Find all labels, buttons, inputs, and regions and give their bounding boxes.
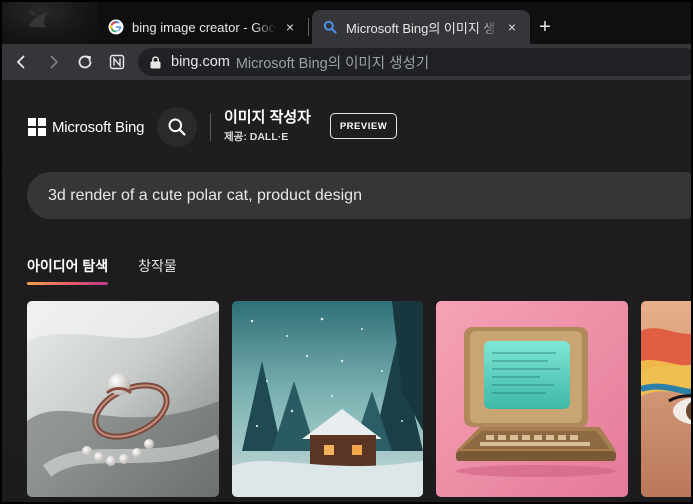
forward-button[interactable] (41, 49, 67, 75)
retro-computer-image (436, 301, 628, 497)
close-tab-icon[interactable]: × (282, 19, 298, 35)
address-page-title: Microsoft Bing의 이미지 생성기 (235, 55, 430, 72)
header-divider (210, 113, 211, 141)
gallery-card-ring[interactable] (27, 301, 219, 497)
bing-image-creator-page: Microsoft Bing 이미지 작성자 제공: DALL·E PREVIE… (2, 80, 691, 502)
content-tabs: 아이디어 탐색 창작물 (27, 256, 207, 285)
bing-search-icon (322, 19, 338, 35)
microsoft-logo-icon (28, 118, 46, 136)
address-domain: bing.com (171, 54, 230, 70)
gallery-card-retro-computer[interactable] (436, 301, 628, 497)
page-title: 이미지 작성자 (224, 109, 311, 126)
back-button[interactable] (8, 49, 34, 75)
bird-silhouette-icon (28, 10, 48, 28)
lock-icon (150, 55, 161, 69)
arrow-left-icon (17, 55, 25, 69)
provider-label: 제공: DALL·E (224, 131, 289, 143)
theme-background-art (2, 2, 98, 44)
cabin-image (232, 301, 423, 497)
reload-icon (78, 55, 92, 69)
gallery-card-eye-makeup[interactable] (641, 301, 691, 497)
arrow-right-icon (50, 55, 58, 69)
tab-title: Microsoft Bing의 이미지 생성기 (346, 20, 498, 36)
prompt-input[interactable]: 3d render of a cute polar cat, product d… (27, 172, 691, 219)
notion-icon (109, 54, 125, 70)
notion-extension-button[interactable] (104, 49, 130, 75)
tab-title: bing image creator - Google (132, 19, 276, 35)
close-tab-icon[interactable]: × (504, 19, 520, 35)
eye-makeup-image (641, 301, 691, 497)
brand-name: Microsoft Bing (52, 118, 145, 136)
browser-toolbar: bing.com Microsoft Bing의 이미지 생성기 (2, 44, 691, 80)
gallery-card-cabin[interactable] (232, 301, 423, 497)
tab-strip: bing image creator - Google × Microsoft … (2, 2, 691, 44)
tab-separator (308, 18, 309, 36)
search-icon (168, 118, 186, 136)
new-tab-button[interactable]: + (533, 15, 557, 39)
browser-tab-bing[interactable]: Microsoft Bing의 이미지 생성기 × (312, 10, 530, 44)
tab-creations[interactable]: 창작물 (138, 256, 177, 285)
address-bar[interactable]: bing.com Microsoft Bing의 이미지 생성기 (138, 48, 691, 76)
tab-explore-ideas[interactable]: 아이디어 탐색 (27, 256, 109, 285)
browser-window: bing image creator - Google × Microsoft … (0, 0, 693, 504)
ring-image (27, 301, 219, 497)
reload-button[interactable] (72, 49, 98, 75)
browser-tab-google[interactable]: bing image creator - Google × (98, 10, 308, 44)
google-g-icon (108, 19, 124, 35)
search-button[interactable] (157, 107, 197, 147)
preview-badge-button[interactable]: PREVIEW (330, 113, 397, 139)
microsoft-bing-logo[interactable]: Microsoft Bing (28, 118, 144, 136)
